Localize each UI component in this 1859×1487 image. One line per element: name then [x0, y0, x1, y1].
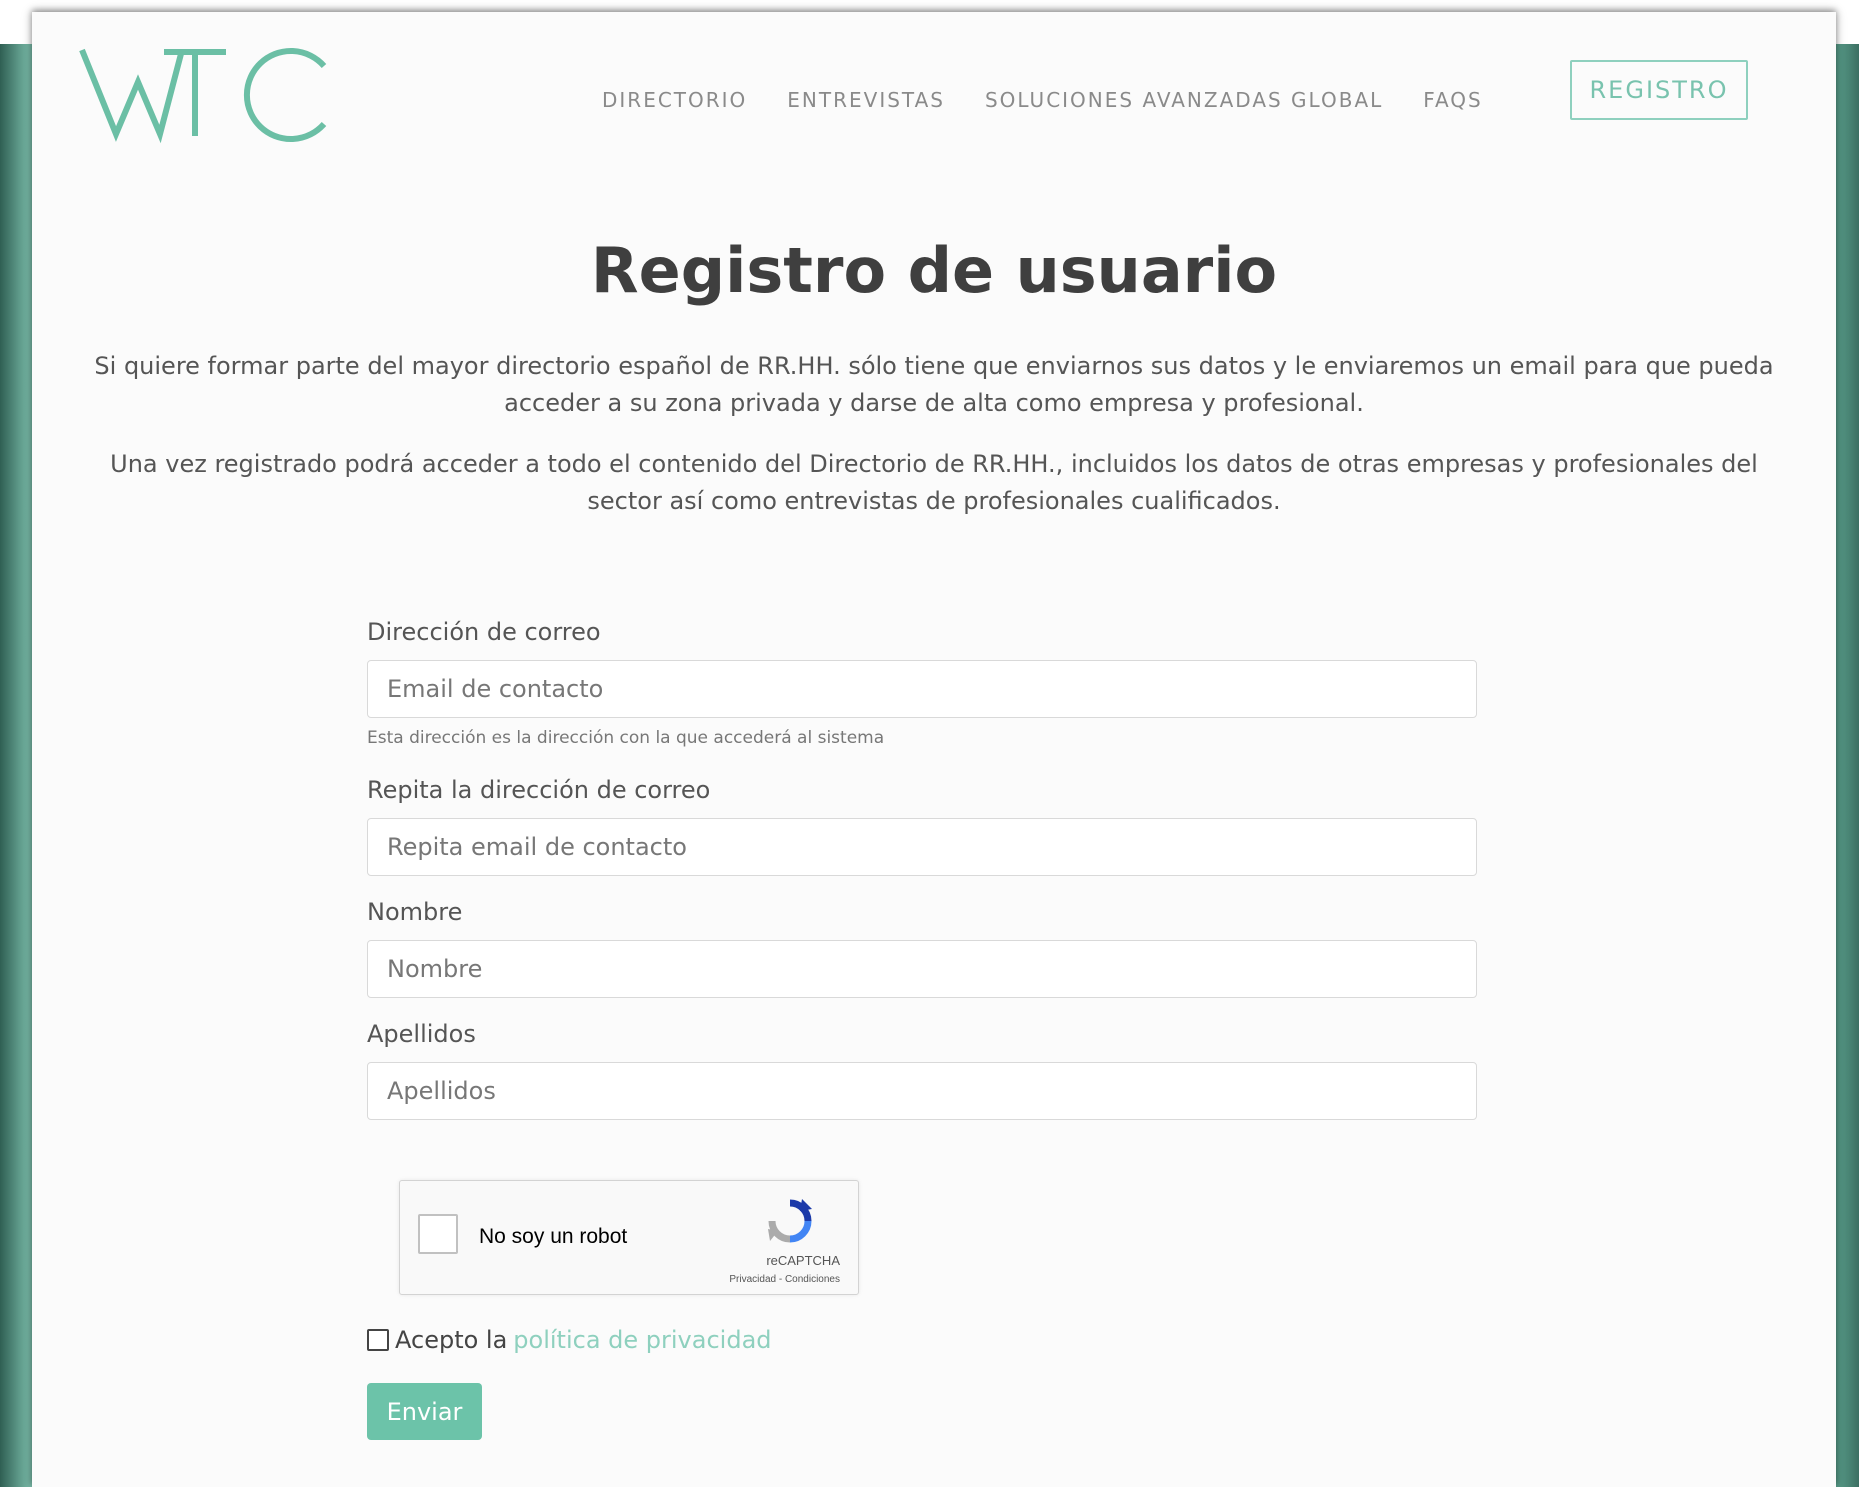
main-nav: DIRECTORIO ENTREVISTAS SOLUCIONES AVANZA… [602, 88, 1483, 112]
register-button[interactable]: REGISTRO [1570, 60, 1748, 120]
privacy-checkbox[interactable] [367, 1329, 389, 1351]
last-name-group: Apellidos [367, 1020, 1477, 1120]
page-card: DIRECTORIO ENTREVISTAS SOLUCIONES AVANZA… [32, 12, 1836, 1487]
submit-button[interactable]: Enviar [367, 1383, 482, 1440]
backdrop-right-edge [1836, 44, 1859, 1487]
email-label: Dirección de correo [367, 618, 601, 646]
first-name-group: Nombre [367, 898, 1477, 998]
nav-soluciones[interactable]: SOLUCIONES AVANZADAS GLOBAL [985, 88, 1383, 112]
recaptcha-checkbox[interactable] [418, 1214, 458, 1254]
nav-faqs[interactable]: FAQS [1423, 88, 1482, 112]
nav-entrevistas[interactable]: ENTREVISTAS [787, 88, 945, 112]
email-repeat-field[interactable] [367, 818, 1477, 876]
email-group: Dirección de correo Esta dirección es la… [367, 618, 1477, 748]
page-title: Registro de usuario [590, 234, 1278, 307]
last-name-label: Apellidos [367, 1020, 476, 1048]
first-name-label: Nombre [367, 898, 463, 926]
privacy-policy-link[interactable]: política de privacidad [513, 1326, 771, 1354]
consent-prefix: Acepto la [395, 1326, 508, 1354]
recaptcha-label: No soy un robot [479, 1225, 628, 1248]
email-repeat-label: Repita la dirección de correo [367, 776, 711, 804]
recaptcha-brand: reCAPTCHA [766, 1253, 840, 1268]
email-help-text: Esta dirección es la dirección con la qu… [367, 728, 885, 748]
email-repeat-group: Repita la dirección de correo [367, 776, 1477, 876]
nav-directorio[interactable]: DIRECTORIO [602, 88, 747, 112]
last-name-field[interactable] [367, 1062, 1477, 1120]
intro-paragraph-2: Una vez registrado podrá acceder a todo … [110, 450, 1758, 515]
email-field[interactable] [367, 660, 1477, 718]
recaptcha-links[interactable]: Privacidad - Condiciones [729, 1274, 840, 1285]
logo-mark [79, 48, 327, 144]
recaptcha-widget: No soy un robot reCAPTCHA Privacidad - C… [399, 1180, 859, 1295]
first-name-field[interactable] [367, 940, 1477, 998]
privacy-consent: Acepto la política de privacidad [367, 1326, 772, 1354]
backdrop-left-edge [0, 44, 32, 1487]
wtc-logo[interactable] [76, 40, 336, 150]
registration-form: Dirección de correo Esta dirección es la… [367, 618, 1477, 1142]
recaptcha-icon [768, 1199, 812, 1243]
intro-paragraph-1: Si quiere formar parte del mayor directo… [94, 352, 1774, 417]
